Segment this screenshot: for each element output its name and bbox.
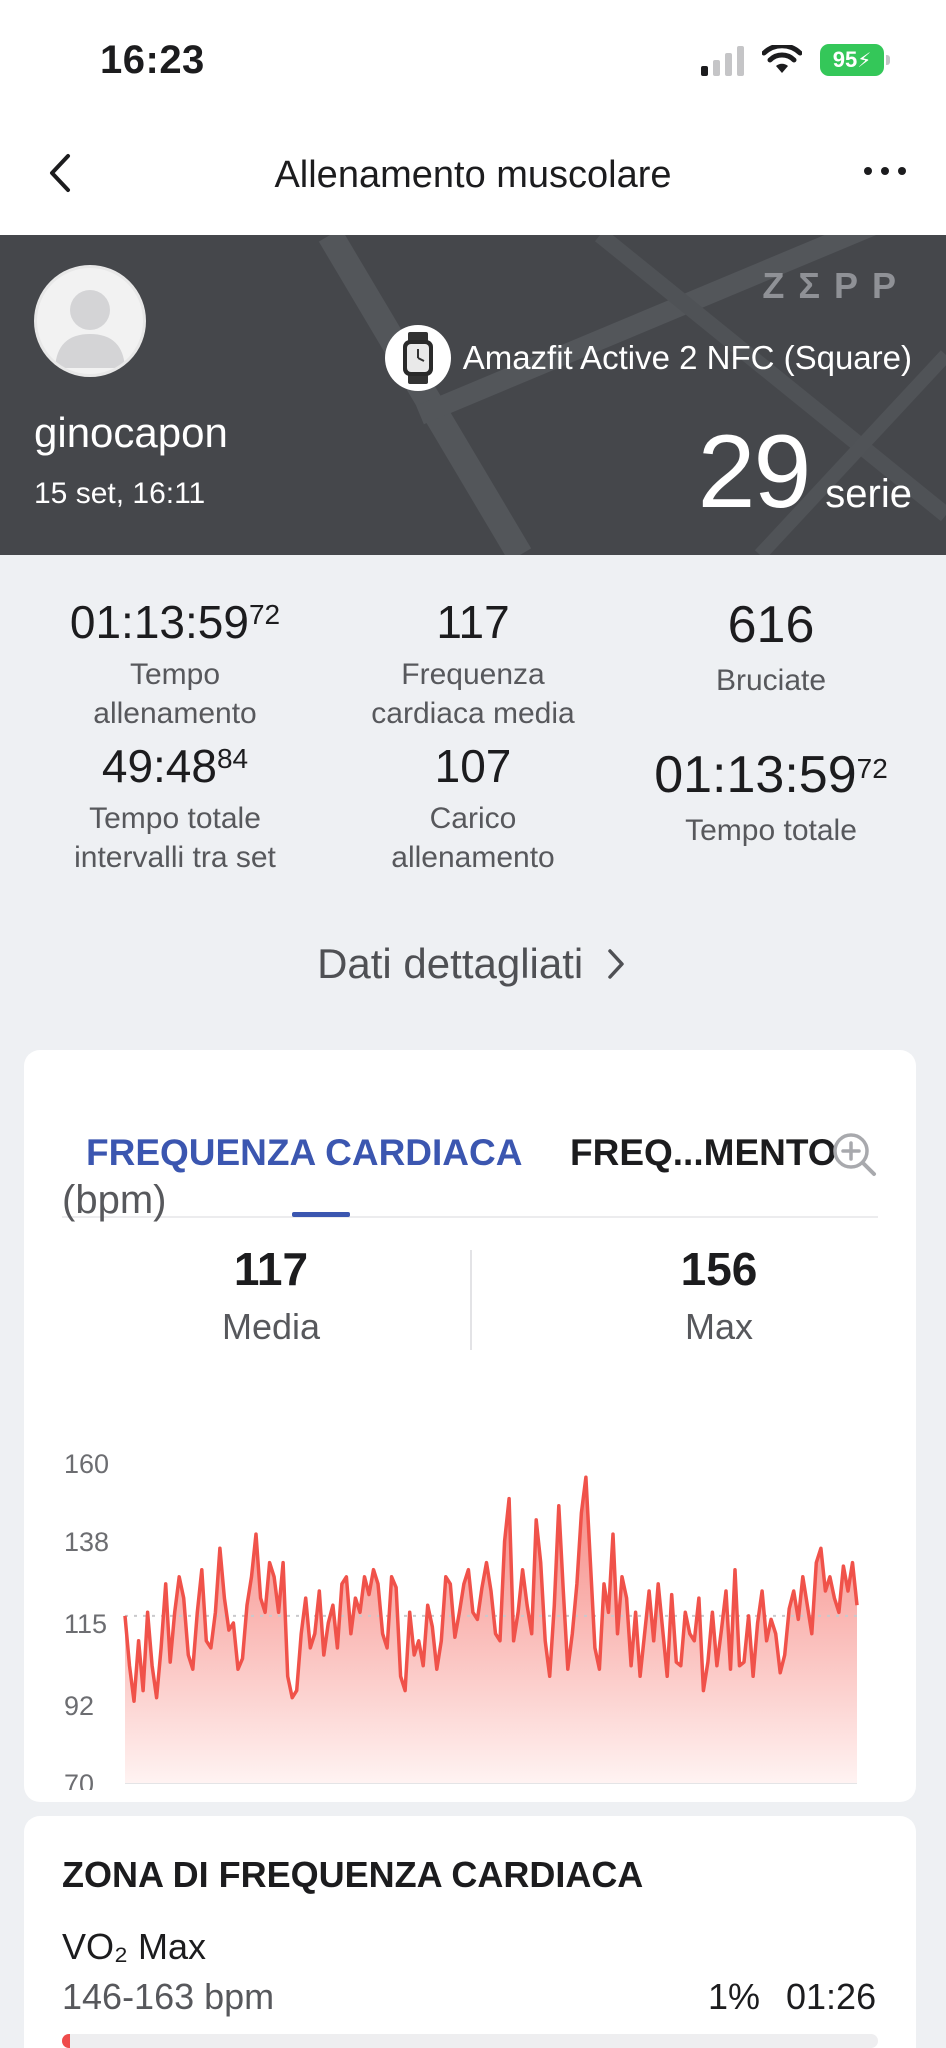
detailed-data-link[interactable]: Dati dettagliati — [0, 940, 946, 988]
signal-icon — [701, 44, 744, 76]
page-title: Allenamento muscolare — [274, 154, 672, 196]
device-name: Amazfit Active 2 NFC (Square) — [462, 339, 912, 376]
stat-label: Bruciate — [715, 664, 827, 697]
stat-burned: 616 Bruciate — [621, 595, 921, 700]
more-horizontal-icon[interactable] — [860, 156, 910, 186]
chevron-right-icon — [608, 949, 624, 979]
nav-bar: Allenamento muscolare — [0, 120, 946, 235]
watch-icon — [384, 325, 451, 391]
stat-value: 117 — [436, 596, 510, 648]
hr-zone-card: ZONA DI FREQUENZA CARDIACA VO₂ Max 146-1… — [24, 1816, 916, 2048]
battery-charging-icon: 95 ⚡ — [820, 44, 890, 76]
stat-value: 01:13:59 — [69, 596, 249, 648]
zone-progress-bar — [62, 2034, 878, 2048]
sets-unit: serie — [825, 472, 912, 516]
stat-value-fraction: 72 — [248, 599, 281, 630]
zone-percent: 1% — [708, 1976, 761, 2017]
hr-average-value: 117 — [233, 1243, 309, 1295]
stat-label: Tempo totale — [89, 802, 261, 835]
hr-max: 156 Max — [569, 1242, 869, 1348]
zone-card-title: ZONA DI FREQUENZA CARDIACA — [62, 1854, 644, 1895]
stat-total-time: 01:13:5972 Tempo totale — [621, 745, 921, 850]
stat-value: 616 — [727, 596, 815, 654]
stat-label: allenamento — [93, 697, 257, 730]
heart-rate-chart[interactable]: 160138115927000:0018:2936:5855:2701:13:5… — [24, 1380, 916, 1790]
sets-count: 29 — [697, 414, 812, 530]
y-tick-label: 160 — [64, 1449, 109, 1479]
tab-heart-rate[interactable]: FREQUENZA CARDIACA — [86, 1132, 522, 1174]
y-tick-label: 92 — [64, 1691, 94, 1721]
workout-date: 15 set, 16:11 — [34, 477, 206, 510]
zone-range: 146-163 bpm — [62, 1976, 275, 2017]
stat-value: 01:13:59 — [654, 746, 857, 804]
chart-unit: (bpm) — [62, 1178, 167, 1222]
y-tick-label: 70 — [64, 1769, 94, 1790]
status-time: 16:23 — [100, 38, 205, 82]
stat-label: Carico — [429, 802, 517, 835]
tab-frequency-other[interactable]: FREQ...MENTO — [570, 1132, 837, 1174]
battery-level: 95 — [832, 47, 858, 72]
brand-logo: ZΣPP — [762, 265, 910, 306]
stat-label: Frequenza — [401, 658, 545, 691]
hr-max-value: 156 — [680, 1243, 758, 1295]
workout-header: ginocapon 15 set, 16:11 ZΣPP Amazfit Act… — [0, 235, 946, 555]
status-icons: 95 ⚡ — [701, 44, 890, 76]
stat-label: cardiaca media — [371, 697, 575, 730]
user-silhouette-icon — [55, 290, 125, 368]
stat-label: intervalli tra set — [74, 841, 276, 874]
avatar[interactable] — [34, 265, 146, 377]
active-tab-indicator — [292, 1212, 350, 1217]
username: ginocapon — [34, 409, 228, 456]
hr-average-label: Media — [221, 1306, 321, 1347]
stat-label: allenamento — [391, 841, 555, 874]
zoom-in-icon[interactable] — [830, 1130, 878, 1178]
chart-tabs: FREQUENZA CARDIACA FREQ...MENTO — [62, 1090, 878, 1218]
stat-rest-time: 49:4884 Tempo totale intervalli tra set — [25, 739, 325, 877]
stats-grid: 01:13:5972 Tempo allenamento 117 Frequenz… — [0, 555, 946, 900]
hr-max-label: Max — [684, 1306, 753, 1347]
stat-value-fraction: 84 — [216, 743, 249, 774]
stat-training-time: 01:13:5972 Tempo allenamento — [25, 595, 325, 733]
zone-time: 01:26 — [786, 1976, 877, 2017]
y-tick-label: 138 — [64, 1527, 109, 1557]
stat-label: Tempo totale — [685, 814, 857, 847]
stat-training-load: 107 Carico allenamento — [323, 739, 623, 877]
divider — [470, 1250, 472, 1350]
stat-value: 107 — [434, 740, 512, 792]
hr-average: 117 Media — [121, 1242, 421, 1348]
device-info: Amazfit Active 2 NFC (Square) — [384, 325, 912, 391]
wifi-icon — [762, 45, 802, 73]
zone-name: VO₂ Max — [62, 1926, 206, 1967]
detailed-data-label: Dati dettagliati — [317, 940, 584, 987]
stat-avg-hr: 117 Frequenza cardiaca media — [323, 595, 623, 733]
status-bar: 16:23 95 ⚡ — [0, 0, 946, 120]
stat-value-fraction: 72 — [856, 753, 888, 784]
stat-value: 49:48 — [101, 740, 217, 792]
stat-label: Tempo — [129, 658, 221, 691]
zone-progress-fill — [62, 2034, 71, 2048]
heart-rate-card: FREQUENZA CARDIACA FREQ...MENTO (bpm) 11… — [24, 1050, 916, 1802]
sets-summary: 29 serie — [698, 413, 912, 532]
y-tick-label: 115 — [64, 1609, 107, 1639]
